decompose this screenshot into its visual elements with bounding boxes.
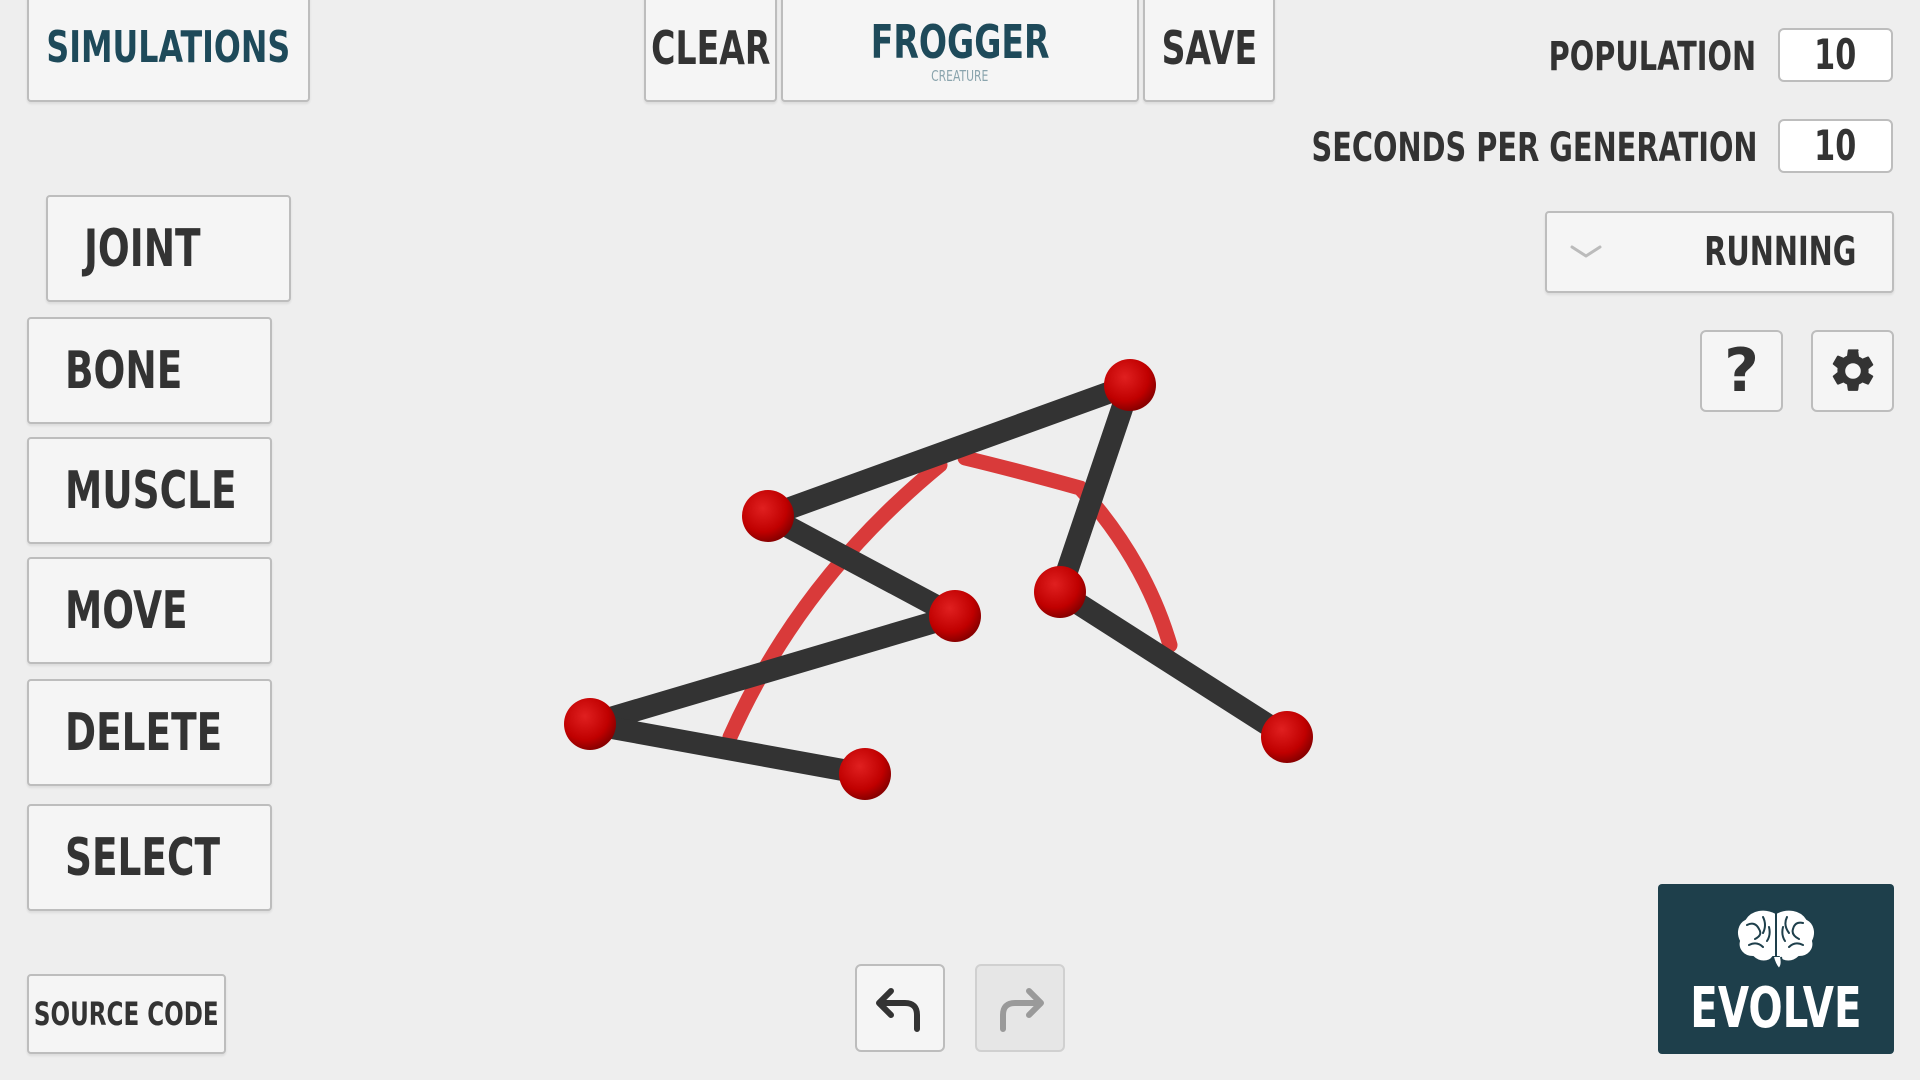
- select-tool-label: SELECT: [65, 827, 220, 888]
- muscle-tool-label: MUSCLE: [65, 460, 237, 521]
- seconds-label-wrap: SECONDS PER GENERATION: [1312, 123, 1758, 173]
- undo-arrow-icon: [871, 979, 929, 1037]
- joint[interactable]: [839, 748, 891, 800]
- simulations-button[interactable]: SIMULATIONS: [27, 0, 310, 102]
- bone[interactable]: [579, 605, 966, 735]
- joint[interactable]: [1104, 359, 1156, 411]
- clear-button[interactable]: CLEAR: [644, 0, 777, 102]
- bone-tool-button[interactable]: BONE: [27, 317, 272, 424]
- gear-icon: [1827, 345, 1879, 397]
- question-mark-icon: ?: [1724, 336, 1759, 406]
- source-code-button[interactable]: SOURCE CODE: [27, 974, 226, 1054]
- move-tool-label: MOVE: [65, 580, 188, 641]
- seconds-per-generation-input[interactable]: 10: [1778, 119, 1893, 173]
- population-input[interactable]: 10: [1778, 28, 1893, 82]
- task-selected-value: RUNNING: [1703, 229, 1856, 275]
- move-tool-button[interactable]: MOVE: [27, 557, 272, 664]
- evolve-label: EVOLVE: [1690, 976, 1862, 1041]
- bone[interactable]: [1049, 581, 1298, 748]
- redo-button[interactable]: [975, 964, 1065, 1052]
- task-dropdown[interactable]: RUNNING: [1545, 211, 1894, 293]
- creature-name: FROGGER: [870, 14, 1050, 69]
- redo-arrow-icon: [991, 979, 1049, 1037]
- help-button[interactable]: ?: [1700, 330, 1783, 412]
- creature-sublabel: CREATURE: [931, 66, 989, 85]
- joint-tool-button[interactable]: JOINT: [46, 195, 291, 302]
- seconds-per-generation-value: 10: [1814, 121, 1857, 170]
- evolve-button[interactable]: EVOLVE: [1658, 884, 1894, 1054]
- joint[interactable]: [929, 590, 981, 642]
- clear-label: CLEAR: [650, 21, 771, 75]
- joint[interactable]: [742, 490, 794, 542]
- joint[interactable]: [1261, 711, 1313, 763]
- save-button[interactable]: SAVE: [1143, 0, 1275, 102]
- chevron-down-icon: [1569, 242, 1603, 262]
- creature-selector[interactable]: FROGGER CREATURE: [781, 0, 1139, 102]
- delete-tool-label: DELETE: [65, 702, 223, 763]
- population-value: 10: [1814, 30, 1857, 79]
- brain-icon: [1733, 905, 1819, 971]
- muscle-tool-button[interactable]: MUSCLE: [27, 437, 272, 544]
- select-tool-button[interactable]: SELECT: [27, 804, 272, 911]
- undo-button[interactable]: [855, 964, 945, 1052]
- joint[interactable]: [564, 698, 616, 750]
- joint-tool-label: JOINT: [84, 218, 201, 279]
- source-code-label: SOURCE CODE: [34, 995, 219, 1033]
- population-label-wrap: POPULATION: [1549, 32, 1756, 82]
- simulations-label: SIMULATIONS: [46, 22, 291, 73]
- population-label: POPULATION: [1548, 34, 1756, 80]
- seconds-per-generation-label: SECONDS PER GENERATION: [1311, 125, 1758, 171]
- save-label: SAVE: [1161, 21, 1257, 75]
- bones: [579, 374, 1298, 785]
- bone-tool-label: BONE: [65, 340, 183, 401]
- bone[interactable]: [757, 374, 1141, 527]
- joint[interactable]: [1034, 566, 1086, 618]
- delete-tool-button[interactable]: DELETE: [27, 679, 272, 786]
- settings-button[interactable]: [1811, 330, 1894, 412]
